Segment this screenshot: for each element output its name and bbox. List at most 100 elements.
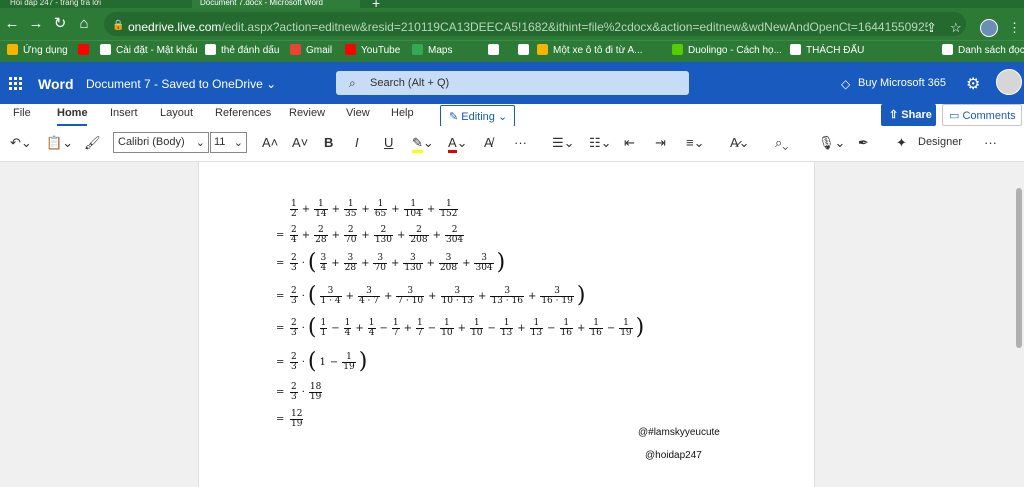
browser-tab[interactable]: Hỏi đáp 247 - trang trả lời — [10, 0, 190, 8]
designer-icon[interactable]: ✦ — [896, 135, 907, 151]
operator: · — [301, 322, 305, 334]
more-icon[interactable]: ··· — [514, 135, 527, 151]
bookmark-item[interactable]: YouTube — [345, 44, 400, 58]
forward-icon[interactable]: → — [28, 16, 44, 32]
tab-references[interactable]: References — [215, 107, 271, 119]
bookmark-item[interactable] — [488, 44, 504, 58]
tab-insert[interactable]: Insert — [110, 107, 138, 119]
bold-icon[interactable]: B — [324, 135, 333, 151]
tab-view[interactable]: View — [346, 107, 370, 119]
align-icon[interactable]: ≡⌄ — [686, 135, 704, 151]
bookmark-item[interactable]: THÁCH ĐẤU — [790, 44, 864, 58]
designer-button[interactable]: Designer — [918, 136, 962, 148]
lock-icon[interactable]: 🔒 — [112, 20, 124, 34]
fraction: 12 — [290, 199, 298, 219]
bookmark-item[interactable] — [518, 44, 534, 58]
bookmark-item[interactable]: Gmail — [290, 44, 332, 58]
dictate-icon[interactable]: 🎙⌄ — [818, 135, 845, 151]
clear-format-icon[interactable]: A̸ — [484, 135, 493, 151]
bookmark-item[interactable]: thẻ đánh dấu — [205, 44, 279, 58]
grow-font-icon[interactable]: A˄ — [262, 135, 278, 151]
bookmark-label: THÁCH ĐẤU — [806, 45, 865, 56]
app-name[interactable]: Word — [38, 76, 74, 92]
buy-m365-link[interactable]: Buy Microsoft 365 — [858, 77, 946, 89]
tab-review[interactable]: Review — [289, 107, 325, 119]
paste-icon[interactable]: 📋⌄ — [46, 135, 73, 151]
font-name-field[interactable]: Calibri (Body) ⌄ — [113, 132, 209, 153]
fraction: 1 14 — [314, 199, 328, 219]
operator: − — [379, 322, 388, 334]
more-options-icon[interactable]: ··· — [984, 135, 997, 151]
vertical-scrollbar[interactable] — [1016, 188, 1022, 348]
fraction: 14 — [343, 318, 352, 338]
format-painter-icon[interactable]: 🖌 — [84, 135, 101, 151]
denominator: 19 — [290, 418, 304, 429]
reload-icon[interactable]: ↻ — [52, 16, 68, 32]
underline-icon[interactable]: U — [384, 135, 393, 151]
equation-row: = 2 3 ·(3 1 · 4 +3 4 · 7 +3 7 · 10 +3 10 · 13 +3 13 … — [276, 284, 586, 308]
share-button[interactable]: ⇧ Share — [881, 104, 936, 126]
gear-icon[interactable]: ⚙ — [966, 74, 980, 94]
numerator: 2 — [291, 381, 297, 392]
increase-indent-icon[interactable]: ⇥ — [655, 135, 666, 151]
diamond-icon[interactable]: ◇ — [841, 77, 850, 91]
font-size-field[interactable]: 11 ⌄ — [210, 132, 247, 153]
bookmark-item[interactable]: Maps — [412, 44, 452, 58]
menu-icon[interactable]: ⋮ — [1008, 20, 1021, 36]
denominator: 208 — [409, 234, 429, 245]
bookmark-item[interactable]: Ứng dụng — [7, 44, 68, 58]
document-title[interactable]: Document 7 - Saved to OneDrive ⌄ — [86, 77, 276, 91]
denominator: 19 — [619, 327, 633, 338]
numbering-icon[interactable]: ☷⌄ — [589, 135, 612, 151]
font-color-icon[interactable]: A⌄ — [448, 135, 468, 153]
shrink-font-icon[interactable]: A˅ — [292, 135, 308, 151]
denominator: 14 — [314, 208, 328, 219]
share-page-icon[interactable]: ⇪ — [926, 20, 937, 36]
tab-home[interactable]: Home — [57, 107, 88, 119]
styles-icon[interactable]: A̷⌄ — [730, 135, 750, 151]
operator: − — [331, 322, 340, 334]
fraction: 1 13 — [499, 318, 514, 338]
numerator: 1 — [623, 317, 629, 328]
editor-icon[interactable]: ✒ — [858, 135, 869, 151]
editing-mode-button[interactable]: ✎ Editing ⌄ — [440, 105, 515, 127]
avatar[interactable] — [996, 69, 1022, 95]
parenthesis: ) — [358, 349, 368, 374]
tab-help[interactable]: Help — [391, 107, 414, 119]
fraction: 23 — [290, 253, 298, 273]
tab-file[interactable]: File — [13, 107, 31, 119]
comments-button[interactable]: ▭ Comments — [942, 104, 1022, 126]
tab-layout[interactable]: Layout — [160, 107, 193, 119]
bookmark-item[interactable]: Duolingo - Cách họ... — [672, 44, 782, 58]
highlight-icon[interactable]: ✎⌄ — [412, 135, 434, 153]
undo-icon[interactable]: ↶⌄ — [10, 135, 32, 151]
bullets-icon[interactable]: ☰⌄ — [552, 135, 575, 151]
new-tab-icon[interactable]: + — [372, 0, 380, 8]
denominator: 19 — [308, 391, 323, 402]
back-icon[interactable]: ← — [4, 16, 20, 32]
italic-icon[interactable]: I — [355, 135, 359, 151]
app-launcher-icon[interactable] — [9, 77, 22, 90]
denominator: 3 — [290, 295, 298, 306]
bookmark-item[interactable]: Cài đặt - Mật khẩu — [100, 44, 198, 58]
equals-sign: = — [276, 290, 285, 302]
operator: − — [427, 322, 437, 334]
denominator: 3 — [290, 391, 298, 402]
url-text[interactable]: onedrive.live.com/edit.aspx?action=editn… — [128, 20, 928, 34]
profile-icon[interactable] — [980, 19, 998, 37]
equals-sign: = — [276, 386, 285, 398]
browser-tab-active[interactable]: Document 7.docx - Microsoft Word — [192, 0, 360, 8]
fraction: 1 16 — [559, 318, 573, 338]
star-icon[interactable]: ☆ — [950, 20, 962, 36]
find-icon[interactable]: ⌕⌄ — [775, 135, 788, 151]
bookmark-item[interactable]: Một xe ô tô đi từ A... — [537, 44, 643, 58]
numerator: 3 — [327, 285, 334, 296]
bookmark-item[interactable]: Danh sách đọc — [942, 44, 1024, 58]
search-box[interactable]: ⌕ Search (Alt + Q) — [336, 71, 689, 95]
operator: · — [301, 290, 305, 302]
bookmark-item[interactable] — [78, 44, 94, 58]
home-icon[interactable]: ⌂ — [76, 16, 92, 32]
decrease-indent-icon[interactable]: ⇤ — [624, 135, 635, 151]
denominator: 304 — [444, 234, 465, 245]
fraction: 1 16 — [589, 318, 603, 338]
